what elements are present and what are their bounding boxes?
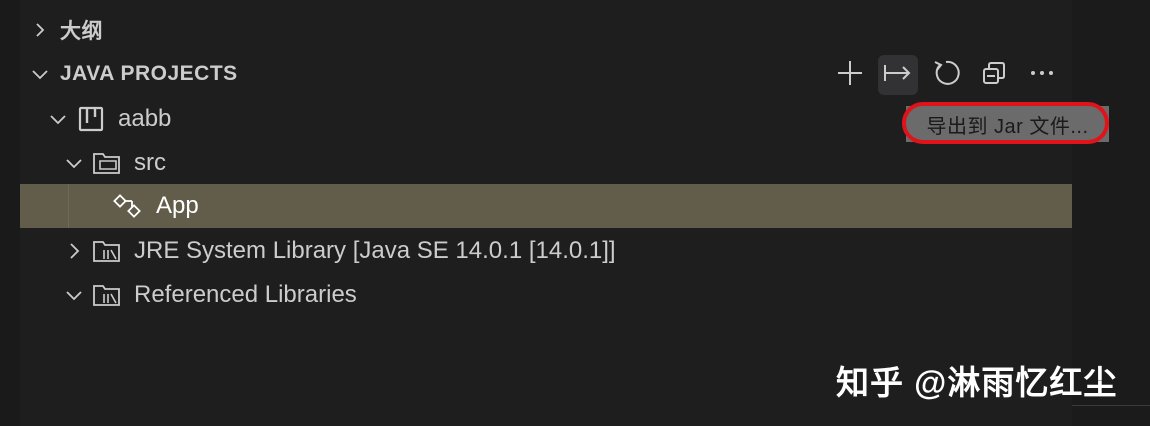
app-label: App: [156, 192, 199, 219]
divider: [1072, 405, 1150, 406]
section-outline-title: 大纲: [60, 20, 103, 43]
tree-item-jre-library[interactable]: JRE System Library [Java SE 14.0.1 [14.0…: [20, 229, 1072, 273]
java-projects-toolbar: [830, 55, 1070, 95]
watermark: 知乎 @淋雨忆红尘: [836, 364, 1118, 401]
plus-icon: [836, 59, 864, 92]
library-icon: [90, 238, 124, 264]
chevron-right-icon: [58, 242, 90, 260]
collapse-all-button[interactable]: [974, 55, 1014, 95]
export-jar-tooltip: 导出到 Jar 文件...: [906, 106, 1109, 142]
more-actions-icon: [1028, 59, 1056, 92]
referenced-libraries-label: Referenced Libraries: [134, 281, 357, 308]
tree-item-src[interactable]: src: [20, 141, 1072, 185]
java-class-icon: [112, 192, 146, 220]
indent-guide: [68, 184, 69, 228]
new-project-button[interactable]: [830, 55, 870, 95]
jre-library-label: JRE System Library [Java SE 14.0.1 [14.0…: [134, 237, 616, 264]
project-label: aabb: [118, 105, 172, 132]
more-actions-button[interactable]: [1022, 55, 1062, 95]
source-folder-icon: [90, 150, 124, 176]
export-jar-icon: [883, 59, 913, 92]
tree-item-app[interactable]: App: [20, 184, 1072, 228]
chevron-right-icon: [20, 22, 60, 38]
chevron-down-icon: [58, 155, 90, 171]
project-icon: [74, 105, 108, 133]
refresh-button[interactable]: [926, 55, 966, 95]
chevron-down-icon: [58, 287, 90, 303]
tree-item-referenced-libraries[interactable]: Referenced Libraries: [20, 273, 1072, 317]
library-icon: [90, 282, 124, 308]
export-jar-button[interactable]: [878, 55, 918, 95]
src-label: src: [134, 149, 166, 176]
section-outline-header[interactable]: 大纲: [20, 8, 1072, 52]
section-java-projects-title: JAVA PROJECTS: [60, 62, 238, 85]
refresh-icon: [932, 59, 960, 92]
collapse-all-icon: [980, 59, 1008, 92]
editor-window: 大纲 JAVA PROJECTS aabb src App JRE System…: [0, 0, 1150, 426]
chevron-down-icon: [20, 66, 60, 82]
chevron-down-icon: [42, 111, 74, 127]
